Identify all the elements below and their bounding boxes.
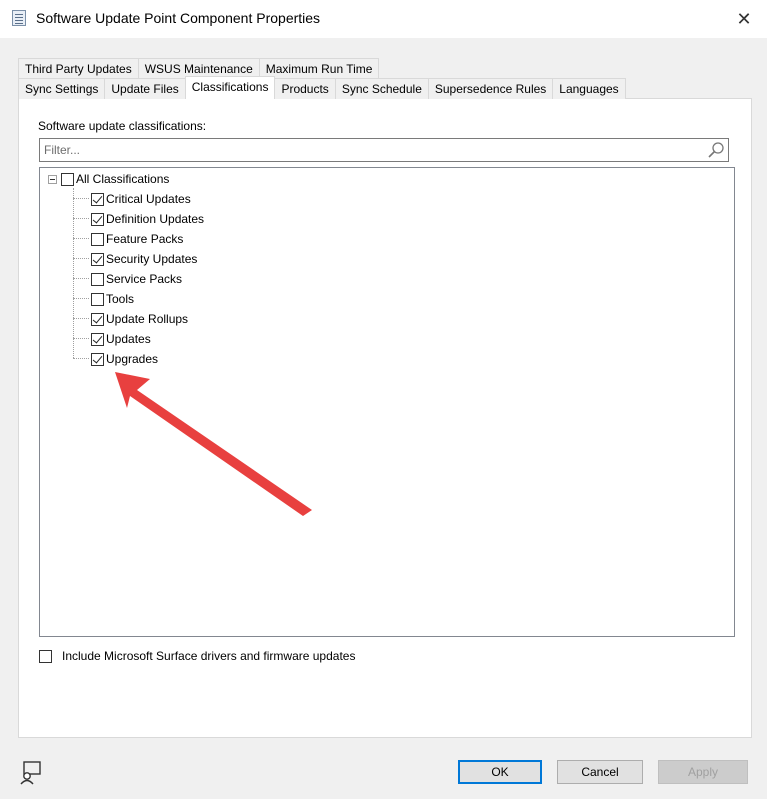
ok-button[interactable]: OK <box>458 760 542 784</box>
surface-drivers-checkbox[interactable] <box>39 649 52 663</box>
tree-connector <box>73 188 74 358</box>
security-updates-checkbox[interactable] <box>91 252 104 266</box>
tree-item-feature-packs[interactable]: Feature Packs <box>91 229 183 249</box>
tab-row-2: Sync Settings Update Files Classificatio… <box>18 76 626 99</box>
definition-updates-checkbox[interactable] <box>91 212 104 226</box>
tab-third-party-updates[interactable]: Third Party Updates <box>18 58 139 79</box>
tools-checkbox[interactable] <box>91 292 104 306</box>
apply-button[interactable]: Apply <box>658 760 748 784</box>
tree-item-label: Definition Updates <box>106 212 205 226</box>
tree-item-label: Security Updates <box>106 252 198 266</box>
all-classifications-checkbox[interactable] <box>61 172 74 186</box>
tab-sync-settings[interactable]: Sync Settings <box>18 78 106 99</box>
tree-item-definition-updates[interactable]: Definition Updates <box>91 209 204 229</box>
tree-item-update-rollups[interactable]: Update Rollups <box>91 309 188 329</box>
tree-item-label: Critical Updates <box>106 192 191 206</box>
tree-connector <box>73 258 89 259</box>
tree-item-critical-updates[interactable]: Critical Updates <box>91 189 191 209</box>
service-packs-checkbox[interactable] <box>91 272 104 286</box>
tree-connector <box>73 278 89 279</box>
close-button[interactable]: ✕ <box>721 0 767 38</box>
tab-maximum-run-time[interactable]: Maximum Run Time <box>258 58 380 79</box>
tree-item-tools[interactable]: Tools <box>91 289 134 309</box>
close-icon: ✕ <box>736 8 752 29</box>
classifications-panel: Software update classifications: Filter.… <box>18 98 752 738</box>
tab-products[interactable]: Products <box>274 78 336 99</box>
window-title: Software Update Point Component Properti… <box>36 10 321 26</box>
upgrades-checkbox[interactable] <box>91 352 104 366</box>
tree-item-label: Upgrades <box>106 352 159 366</box>
tree-item-service-packs[interactable]: Service Packs <box>91 269 182 289</box>
filter-box <box>39 138 729 162</box>
tab-sync-schedule[interactable]: Sync Schedule <box>334 78 429 99</box>
tree-connector <box>73 318 89 319</box>
filter-input[interactable] <box>44 142 684 158</box>
tree-item-upgrades[interactable]: Upgrades <box>91 349 158 369</box>
collapse-icon[interactable] <box>48 174 57 184</box>
tab-update-files[interactable]: Update Files <box>104 78 186 99</box>
tree-connector <box>73 198 89 199</box>
surface-option[interactable]: Include Microsoft Surface drivers and fi… <box>39 649 355 663</box>
title-bar: Software Update Point Component Properti… <box>0 0 767 38</box>
tree-connector <box>73 218 89 219</box>
tree-item-security-updates[interactable]: Security Updates <box>91 249 197 269</box>
properties-icon <box>12 10 26 26</box>
tree-item-label: Feature Packs <box>106 232 184 246</box>
classifications-label: Software update classifications: <box>38 119 207 133</box>
tree-item-label: Tools <box>106 292 135 306</box>
tree-item-label: Service Packs <box>106 272 183 286</box>
updates-checkbox[interactable] <box>91 332 104 346</box>
feature-packs-checkbox[interactable] <box>91 232 104 246</box>
classification-tree: All Classifications Critical Updates Def… <box>39 167 735 637</box>
help-icon[interactable] <box>18 760 44 786</box>
tree-item-all-classifications[interactable]: All Classifications <box>48 169 169 189</box>
tab-classifications[interactable]: Classifications <box>184 76 276 99</box>
tree-connector <box>73 358 89 359</box>
tree-item-label: All Classifications <box>76 172 170 186</box>
cancel-button[interactable]: Cancel <box>557 760 643 784</box>
tab-languages[interactable]: Languages <box>552 78 626 99</box>
update-rollups-checkbox[interactable] <box>91 312 104 326</box>
search-icon[interactable] <box>706 141 726 161</box>
tree-connector <box>73 338 89 339</box>
tree-item-updates[interactable]: Updates <box>91 329 151 349</box>
tree-connector <box>73 238 89 239</box>
tree-item-label: Update Rollups <box>106 312 189 326</box>
critical-updates-checkbox[interactable] <box>91 192 104 206</box>
tree-item-label: Updates <box>106 332 151 346</box>
tree-connector <box>73 298 89 299</box>
dialog-body: Third Party Updates WSUS Maintenance Max… <box>0 38 767 799</box>
tab-supersedence-rules[interactable]: Supersedence Rules <box>427 78 554 99</box>
surface-drivers-label: Include Microsoft Surface drivers and fi… <box>62 649 356 663</box>
